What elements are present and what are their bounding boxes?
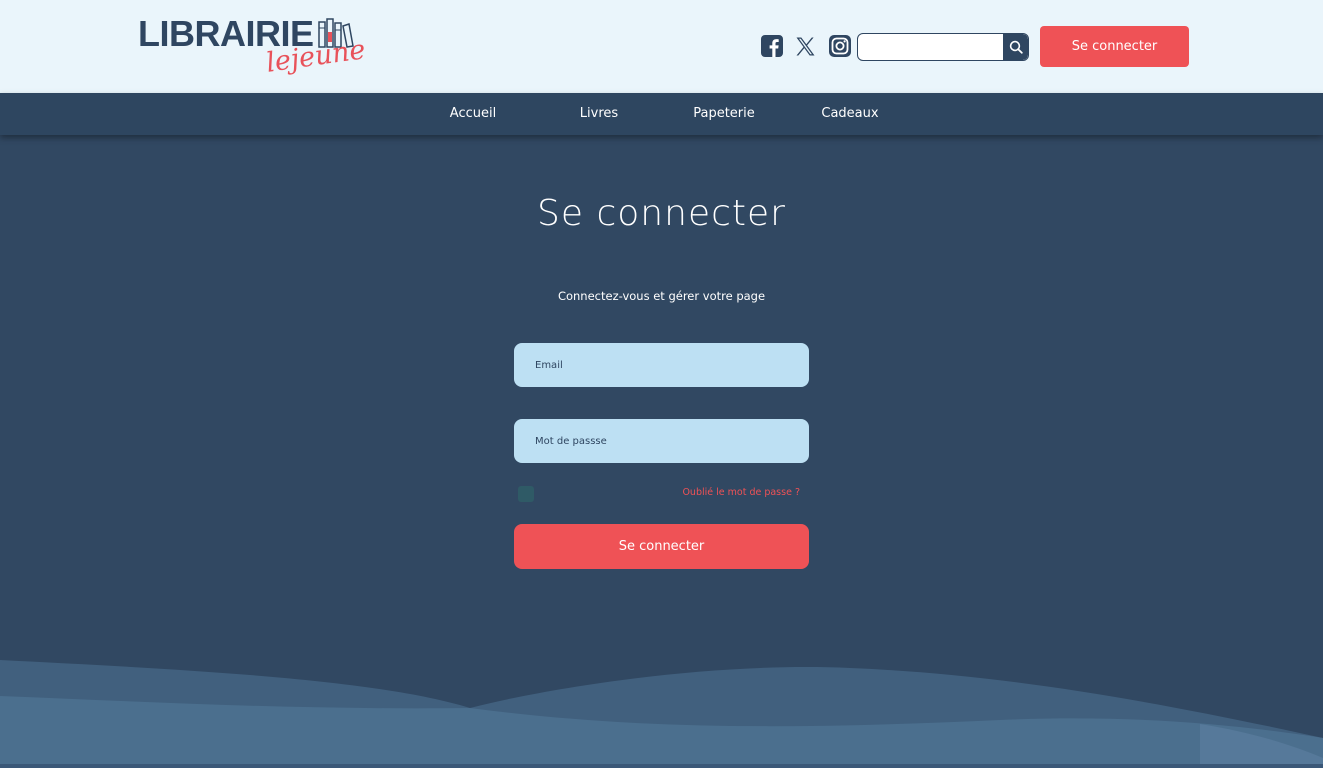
page-title: Se connecter <box>537 193 786 234</box>
nav-item-livres[interactable]: Livres <box>569 93 629 135</box>
login-submit-button[interactable]: Se connecter <box>514 524 809 569</box>
instagram-icon[interactable] <box>828 35 851 58</box>
social-links <box>760 34 851 58</box>
forgot-password-link[interactable]: Oublié le mot de passe ? <box>600 486 800 500</box>
facebook-icon[interactable] <box>760 35 783 58</box>
header-login-button[interactable]: Se connecter <box>1040 26 1189 67</box>
remember-me-checkbox[interactable] <box>518 486 534 502</box>
password-field[interactable] <box>514 419 809 463</box>
email-field-wrapper <box>514 343 809 387</box>
password-field-wrapper <box>514 419 809 463</box>
search-input[interactable] <box>858 34 1004 60</box>
search-box <box>857 33 1029 61</box>
page-subtitle: Connectez-vous et gérer votre page <box>557 289 766 303</box>
main-nav: Accueil Livres Papeterie Cadeaux <box>0 93 1323 135</box>
search-button[interactable] <box>1003 34 1028 60</box>
search-icon <box>1009 40 1023 54</box>
nav-item-accueil[interactable]: Accueil <box>443 93 503 135</box>
nav-item-papeterie[interactable]: Papeterie <box>684 93 764 135</box>
nav-item-cadeaux[interactable]: Cadeaux <box>815 93 885 135</box>
site-header: LIBRAIRIE lejeune Se connecter <box>0 0 1323 93</box>
email-field[interactable] <box>514 343 809 387</box>
site-logo[interactable]: LIBRAIRIE lejeune <box>138 14 367 80</box>
decorative-waves <box>0 660 1323 768</box>
x-twitter-icon[interactable] <box>794 35 817 58</box>
